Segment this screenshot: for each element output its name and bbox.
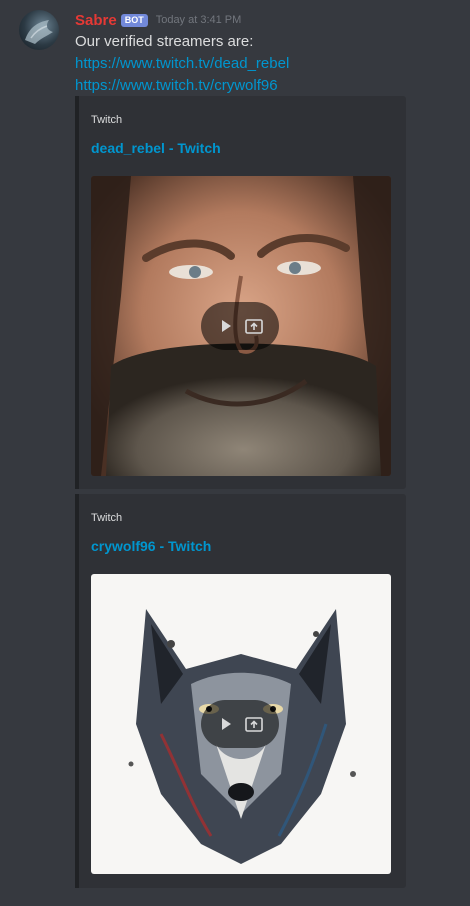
video-controls — [201, 302, 279, 350]
open-external-button[interactable] — [245, 715, 263, 733]
timestamp: Today at 3:41 PM — [155, 14, 242, 26]
message-text: Our verified streamers are: — [75, 33, 254, 50]
open-external-icon — [245, 717, 263, 732]
embed-video-thumbnail[interactable] — [91, 574, 391, 874]
streamer-link[interactable]: https://www.twitch.tv/crywolf96 — [75, 75, 289, 97]
open-external-icon — [245, 319, 263, 334]
avatar[interactable] — [19, 10, 59, 50]
message-header: Sabre BOT Today at 3:41 PM — [75, 10, 241, 30]
play-icon — [222, 320, 231, 332]
wolf-avatar-icon — [25, 20, 53, 44]
chat-message: Sabre BOT Today at 3:41 PM Our verified … — [0, 0, 470, 906]
link-embed: Twitch dead_rebel - Twitch — [75, 96, 406, 489]
embed-provider: Twitch — [91, 114, 123, 126]
username[interactable]: Sabre — [75, 12, 117, 29]
embed-provider: Twitch — [91, 512, 123, 524]
streamer-link[interactable]: https://www.twitch.tv/dead_rebel — [75, 53, 289, 75]
play-button[interactable] — [217, 317, 235, 335]
play-button[interactable] — [217, 715, 235, 733]
embed-title[interactable]: crywolf96 - Twitch — [91, 538, 211, 554]
embed-video-thumbnail[interactable] — [91, 176, 391, 476]
video-controls — [201, 700, 279, 748]
play-icon — [222, 718, 231, 730]
link-embed: Twitch crywolf96 - Twitch — [75, 494, 406, 888]
bot-badge: BOT — [120, 13, 148, 27]
embed-title[interactable]: dead_rebel - Twitch — [91, 140, 221, 156]
message-content: Our verified streamers are: https://www.… — [75, 31, 289, 97]
open-external-button[interactable] — [245, 317, 263, 335]
